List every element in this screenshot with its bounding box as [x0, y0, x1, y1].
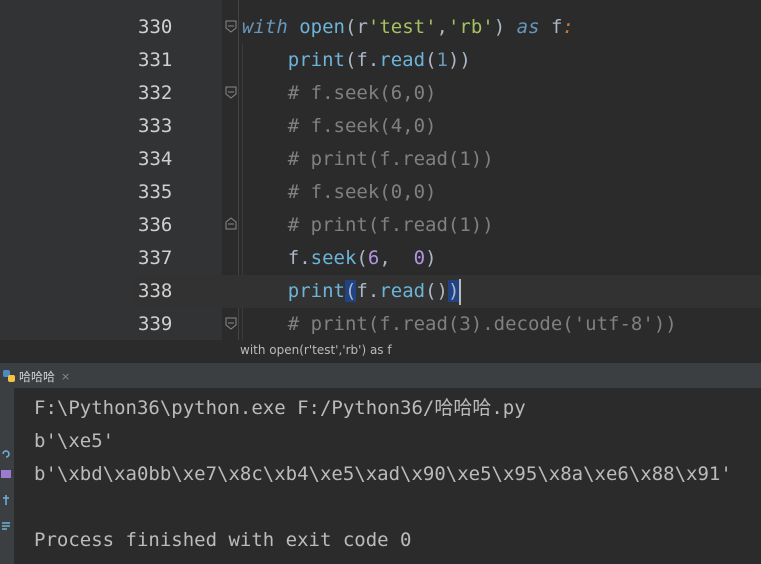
- code-token: (: [356, 247, 368, 269]
- code-token: 0: [413, 247, 426, 269]
- code-text: # print(f.read(1)): [242, 209, 494, 242]
- code-line[interactable]: 330 with open(r'test','rb') as f:: [134, 11, 761, 44]
- code-text: # print(f.read(3).decode('utf-8')): [242, 308, 677, 340]
- fold-marker-icon[interactable]: [224, 19, 238, 33]
- code-token: f.: [242, 247, 311, 269]
- code-text: # print(f.read(1)): [242, 143, 494, 176]
- code-line[interactable]: 339 # print(f.read(3).decode('utf-8')): [134, 308, 761, 340]
- fold-marker-icon[interactable]: [224, 85, 238, 99]
- code-token: # print(f.read(1)): [287, 148, 494, 170]
- code-token: open: [299, 16, 345, 38]
- line-number: 337: [138, 247, 173, 269]
- code-token: ,: [436, 16, 448, 38]
- code-token: f: [539, 16, 563, 38]
- line-number: 332: [138, 82, 173, 104]
- code-line[interactable]: 337 f.seek(6, 0): [134, 242, 761, 275]
- code-token: :: [562, 16, 574, 38]
- python-icon: [3, 370, 15, 382]
- code-token: 6: [367, 247, 380, 269]
- code-token: ): [447, 280, 460, 302]
- code-text: # f.seek(0,0): [242, 176, 437, 209]
- code-token: print: [287, 49, 345, 71]
- code-token: # f.seek(0,0): [287, 181, 437, 203]
- code-token: )): [447, 49, 471, 71]
- code-token: # f.seek(6,0): [287, 82, 437, 104]
- project-panel-strip: [0, 0, 134, 340]
- line-number: 331: [138, 49, 173, 71]
- line-number: 335: [138, 181, 173, 203]
- line-number: 333: [138, 115, 173, 137]
- line-number: 336: [138, 214, 173, 236]
- code-line[interactable]: 332 # f.seek(6,0): [134, 77, 761, 110]
- scroll-to-end-icon[interactable]: [0, 520, 12, 532]
- code-token: r: [356, 16, 368, 38]
- run-tab-label: 哈哈哈: [19, 369, 56, 384]
- code-token: ): [493, 16, 517, 38]
- run-tool-window-header: 哈哈哈 ×: [0, 362, 761, 389]
- code-token: (: [344, 16, 357, 38]
- rerun-icon[interactable]: [0, 448, 12, 460]
- code-text: with open(r'test','rb') as f:: [242, 11, 574, 44]
- code-token: 1: [436, 49, 448, 71]
- code-text: print(f.read()): [242, 275, 462, 308]
- code-text: # f.seek(4,0): [242, 110, 437, 143]
- code-token: seek: [310, 247, 357, 269]
- breadcrumb[interactable]: with open(r'test','rb') as f: [0, 340, 761, 362]
- print-icon[interactable]: [0, 468, 12, 480]
- code-token: (): [425, 280, 448, 302]
- code-token: ,: [379, 247, 414, 269]
- code-token: (: [344, 280, 357, 302]
- code-token: ): [425, 247, 437, 269]
- code-token: (f.: [344, 49, 380, 71]
- code-token: # print(f.read(3).decode('utf-8')): [287, 313, 677, 335]
- code-token: read: [379, 280, 426, 302]
- line-number: 339: [138, 313, 173, 335]
- code-token: as: [516, 16, 540, 38]
- close-icon[interactable]: ×: [61, 370, 70, 383]
- console-output-line: b'\xe5': [34, 430, 115, 452]
- code-token: f.: [356, 280, 380, 302]
- fold-marker-icon[interactable]: [224, 316, 238, 330]
- code-line[interactable]: 336 # print(f.read(1)): [134, 209, 761, 242]
- run-console[interactable]: F:\Python36\python.exe F:/Python36/哈哈哈.p…: [0, 388, 761, 564]
- code-token: # print(f.read(1)): [287, 214, 494, 236]
- code-token: with: [242, 16, 288, 38]
- line-number: 334: [138, 148, 173, 170]
- code-line[interactable]: 331 print(f.read(1)): [134, 44, 761, 77]
- code-token: # f.seek(4,0): [287, 115, 437, 137]
- line-number: 338: [138, 280, 173, 302]
- code-token: 'rb': [447, 16, 494, 38]
- code-text: # f.seek(6,0): [242, 77, 437, 110]
- fold-marker-icon[interactable]: [224, 217, 238, 231]
- console-output-line: b'\xbd\xa0bb\xe7\x8c\xb4\xe5\xad\x90\xe5…: [34, 463, 732, 485]
- code-line[interactable]: 338 print(f.read()): [134, 275, 761, 308]
- text-caret: [459, 278, 462, 305]
- code-token: (: [425, 49, 437, 71]
- breadcrumb-text: with open(r'test','rb') as f: [240, 343, 392, 357]
- code-line[interactable]: 333 # f.seek(4,0): [134, 110, 761, 143]
- code-editor[interactable]: 330 with open(r'test','rb') as f: 331 prin…: [0, 0, 761, 340]
- code-line[interactable]: 335 # f.seek(0,0): [134, 176, 761, 209]
- run-tab[interactable]: 哈哈哈 ×: [0, 363, 70, 389]
- code-text: print(f.read(1)): [242, 44, 471, 77]
- line-number: 330: [138, 16, 173, 38]
- code-text: f.seek(6, 0): [242, 242, 437, 275]
- pin-icon[interactable]: [0, 494, 12, 506]
- console-output-line: F:\Python36\python.exe F:/Python36/哈哈哈.p…: [34, 397, 526, 419]
- console-output-line: Process finished with exit code 0: [34, 529, 412, 551]
- console-toolbar: [0, 388, 14, 564]
- code-token: 'test': [367, 16, 437, 38]
- code-token: read: [379, 49, 426, 71]
- code-token: print: [287, 280, 345, 302]
- code-line[interactable]: 334 # print(f.read(1)): [134, 143, 761, 176]
